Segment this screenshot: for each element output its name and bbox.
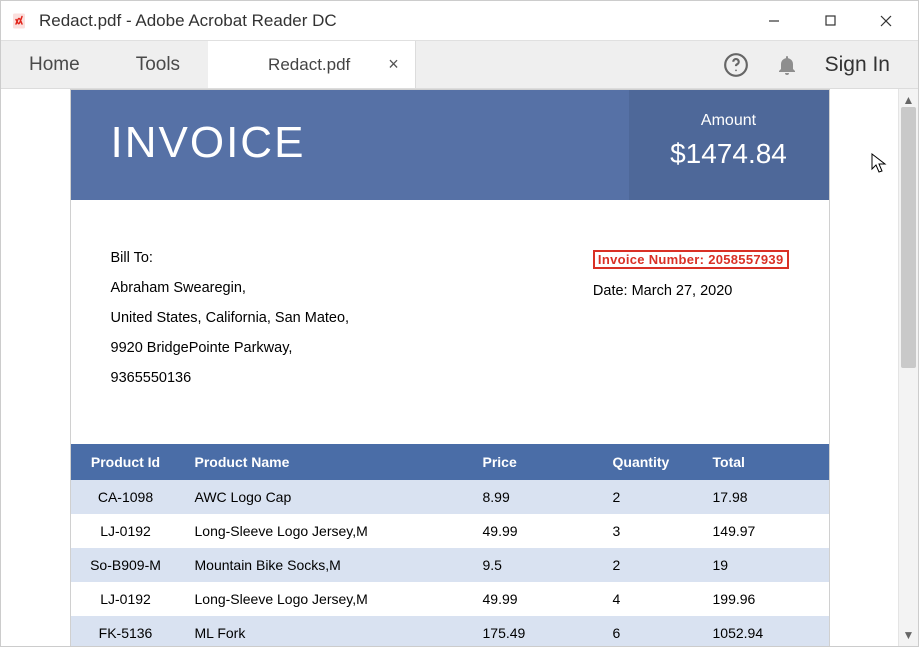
acrobat-icon bbox=[9, 11, 29, 31]
help-icon[interactable] bbox=[723, 52, 749, 78]
bill-to-name: Abraham Swearegin, bbox=[111, 280, 350, 296]
bill-to-phone: 9365550136 bbox=[111, 370, 350, 386]
cell-qty: 2 bbox=[599, 548, 699, 582]
tab-close-icon[interactable]: × bbox=[388, 54, 399, 75]
cell-id: CA-1098 bbox=[71, 480, 181, 514]
col-total: Total bbox=[699, 444, 829, 480]
scroll-down-arrow[interactable]: ▼ bbox=[903, 628, 915, 642]
cell-price: 9.5 bbox=[469, 548, 599, 582]
line-items-table: Product Id Product Name Price Quantity T… bbox=[71, 444, 829, 646]
amount-value: $1474.84 bbox=[629, 138, 829, 170]
invoice-amount-box: Amount $1474.84 bbox=[629, 90, 829, 200]
cell-total: 199.96 bbox=[699, 582, 829, 616]
invoice-title: INVOICE bbox=[71, 90, 629, 200]
cell-total: 1052.94 bbox=[699, 616, 829, 646]
table-header-row: Product Id Product Name Price Quantity T… bbox=[71, 444, 829, 480]
scroll-thumb[interactable] bbox=[901, 107, 916, 368]
cell-name: ML Fork bbox=[181, 616, 469, 646]
col-quantity: Quantity bbox=[599, 444, 699, 480]
cell-id: LJ-0192 bbox=[71, 582, 181, 616]
cell-id: FK-5136 bbox=[71, 616, 181, 646]
window-maximize-button[interactable] bbox=[802, 1, 858, 41]
scroll-track[interactable] bbox=[899, 107, 918, 628]
cell-total: 17.98 bbox=[699, 480, 829, 514]
document-viewport[interactable]: INVOICE Amount $1474.84 Bill To: Abraham… bbox=[1, 89, 898, 646]
sign-in-button[interactable]: Sign In bbox=[825, 53, 890, 77]
amount-label: Amount bbox=[629, 112, 829, 130]
cell-price: 8.99 bbox=[469, 480, 599, 514]
table-row: CA-1098 AWC Logo Cap 8.99 2 17.98 bbox=[71, 480, 829, 514]
cell-id: LJ-0192 bbox=[71, 514, 181, 548]
cell-name: Long-Sleeve Logo Jersey,M bbox=[181, 582, 469, 616]
scroll-up-arrow[interactable]: ▲ bbox=[903, 93, 915, 107]
notifications-icon[interactable] bbox=[775, 53, 799, 77]
cell-name: AWC Logo Cap bbox=[181, 480, 469, 514]
invoice-number-highlighted: Invoice Number: 2058557939 bbox=[593, 250, 789, 269]
document-tab-title: Redact.pdf bbox=[268, 55, 350, 75]
cell-total: 19 bbox=[699, 548, 829, 582]
document-tab[interactable]: Redact.pdf × bbox=[208, 41, 416, 88]
cell-price: 49.99 bbox=[469, 514, 599, 548]
cell-qty: 4 bbox=[599, 582, 699, 616]
main-toolbar: Home Tools Redact.pdf × Sign In bbox=[1, 41, 918, 89]
cell-price: 175.49 bbox=[469, 616, 599, 646]
table-row: LJ-0192 Long-Sleeve Logo Jersey,M 49.99 … bbox=[71, 514, 829, 548]
table-row: So-B909-M Mountain Bike Socks,M 9.5 2 19 bbox=[71, 548, 829, 582]
window-minimize-button[interactable] bbox=[746, 1, 802, 41]
bill-to-block: Bill To: Abraham Swearegin, United State… bbox=[111, 250, 350, 400]
vertical-scrollbar[interactable]: ▲ ▼ bbox=[898, 89, 918, 646]
bill-to-label: Bill To: bbox=[111, 250, 350, 266]
cell-id: So-B909-M bbox=[71, 548, 181, 582]
cell-qty: 3 bbox=[599, 514, 699, 548]
pdf-page: INVOICE Amount $1474.84 Bill To: Abraham… bbox=[70, 89, 830, 646]
bill-to-street: 9920 BridgePointe Parkway, bbox=[111, 340, 350, 356]
invoice-date: Date: March 27, 2020 bbox=[593, 283, 789, 299]
invoice-header: INVOICE Amount $1474.84 bbox=[71, 90, 829, 200]
cell-name: Long-Sleeve Logo Jersey,M bbox=[181, 514, 469, 548]
invoice-meta-right: Invoice Number: 2058557939 Date: March 2… bbox=[593, 250, 789, 400]
window-titlebar: Redact.pdf - Adobe Acrobat Reader DC bbox=[1, 1, 918, 41]
col-price: Price bbox=[469, 444, 599, 480]
col-product-id: Product Id bbox=[71, 444, 181, 480]
cell-price: 49.99 bbox=[469, 582, 599, 616]
window-title: Redact.pdf - Adobe Acrobat Reader DC bbox=[39, 11, 337, 31]
home-button[interactable]: Home bbox=[1, 41, 108, 88]
cell-qty: 6 bbox=[599, 616, 699, 646]
tools-button[interactable]: Tools bbox=[108, 41, 208, 88]
cell-qty: 2 bbox=[599, 480, 699, 514]
cell-total: 149.97 bbox=[699, 514, 829, 548]
cell-name: Mountain Bike Socks,M bbox=[181, 548, 469, 582]
col-product-name: Product Name bbox=[181, 444, 469, 480]
table-row: LJ-0192 Long-Sleeve Logo Jersey,M 49.99 … bbox=[71, 582, 829, 616]
window-close-button[interactable] bbox=[858, 1, 914, 41]
table-row: FK-5136 ML Fork 175.49 6 1052.94 bbox=[71, 616, 829, 646]
bill-to-region: United States, California, San Mateo, bbox=[111, 310, 350, 326]
